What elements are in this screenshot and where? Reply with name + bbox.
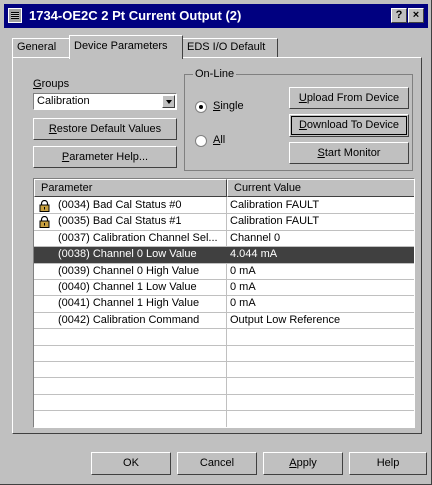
column-header-current-value[interactable]: Current Value — [227, 179, 414, 197]
table-row[interactable]: (0035) Bad Cal Status #1 Calibration FAUL… — [34, 214, 414, 230]
parameter-name: (0039) Channel 0 High Value — [58, 264, 200, 277]
parameter-name: (0041) Channel 1 High Value — [58, 297, 200, 310]
table-row[interactable]: (0039) Channel 0 High Value 0 mA — [34, 264, 414, 280]
table-row[interactable]: (0037) Calibration Channel Sel... Channel… — [34, 231, 414, 247]
parameter-name: (0038) Channel 0 Low Value — [58, 248, 197, 261]
groups-label: Groups — [33, 78, 70, 90]
tab-device-parameters[interactable]: Device Parameters — [69, 35, 183, 59]
restore-default-values-button[interactable]: Restore Default Values — [33, 118, 177, 140]
parameter-name: (0035) Bad Cal Status #1 — [58, 215, 182, 228]
row-gridline — [34, 361, 414, 362]
row-gridline — [34, 328, 414, 330]
table-row[interactable]: (0040) Channel 1 Low Value 0 mA — [34, 280, 414, 296]
row-gridline — [34, 279, 414, 280]
chevron-down-icon[interactable] — [162, 95, 175, 108]
parameter-value: Output Low Reference — [230, 313, 341, 326]
groups-dropdown[interactable]: Calibration — [33, 93, 177, 110]
help-button[interactable]: Help — [349, 452, 427, 475]
row-gridline — [34, 410, 414, 412]
parameter-value: Channel 0 — [230, 231, 281, 244]
start-monitor-button[interactable]: Start Monitor — [289, 142, 409, 164]
row-gridline — [34, 246, 414, 248]
dialog-window: 1734-OE2C 2 Pt Current Output (2) ? × Ge… — [0, 0, 432, 485]
window-icon[interactable] — [8, 8, 22, 23]
lock-icon — [39, 200, 50, 212]
tab-eds-io-default[interactable]: EDS I/O Default — [182, 38, 278, 57]
row-gridline — [34, 213, 414, 215]
cancel-button[interactable]: Cancel — [177, 452, 257, 475]
online-caption: On-Line — [193, 68, 237, 80]
table-row[interactable]: (0034) Bad Cal Status #0 Calibration FAUL… — [34, 198, 414, 214]
all-radio[interactable] — [195, 135, 207, 147]
row-gridline — [34, 393, 414, 395]
close-icon[interactable]: × — [408, 8, 424, 23]
parameter-value: 4.044 mA — [230, 248, 278, 261]
all-radio-label: All — [213, 134, 226, 146]
parameter-help-button[interactable]: Parameter Help... — [33, 146, 177, 168]
apply-button[interactable]: Apply — [263, 452, 343, 475]
parameter-value: 0 mA — [230, 297, 256, 310]
help-title-button[interactable]: ? — [391, 8, 407, 23]
lock-icon — [39, 216, 50, 229]
title-bar[interactable]: 1734-OE2C 2 Pt Current Output (2) ? × — [4, 4, 428, 28]
row-gridline — [34, 295, 414, 297]
parameter-value: Calibration FAULT — [230, 199, 320, 211]
single-radio[interactable] — [195, 101, 207, 113]
table-row[interactable]: (0041) Channel 1 High Value 0 mA — [34, 296, 414, 312]
download-to-device-button[interactable]: Download To Device — [289, 114, 409, 137]
parameter-list[interactable]: Parameter Current Value (0034) Bad Cal S… — [33, 178, 415, 428]
table-row[interactable]: (0038) Channel 0 Low Value 4.044 mA — [34, 247, 414, 264]
row-gridline — [34, 262, 414, 264]
parameter-value: 0 mA — [230, 281, 256, 293]
parameter-value: Calibration FAULT — [230, 215, 320, 228]
upload-from-device-button[interactable]: Upload From Device — [289, 87, 409, 109]
row-gridline — [34, 344, 414, 346]
table-row[interactable]: (0042) Calibration Command Output Low Ref… — [34, 313, 414, 329]
single-radio-label: Single — [213, 100, 244, 112]
row-gridline — [34, 311, 414, 313]
column-header-parameter[interactable]: Parameter — [34, 179, 227, 197]
parameter-value: 0 mA — [230, 264, 256, 277]
parameter-name: (0040) Channel 1 Low Value — [58, 281, 197, 293]
parameter-name: (0042) Calibration Command — [58, 313, 200, 326]
ok-button[interactable]: OK — [91, 452, 171, 475]
parameter-name: (0037) Calibration Channel Sel... — [58, 231, 218, 244]
parameter-name: (0034) Bad Cal Status #0 — [58, 199, 182, 211]
row-gridline — [34, 229, 414, 231]
row-gridline — [34, 426, 414, 427]
row-gridline — [34, 377, 414, 379]
tab-general[interactable]: General — [12, 38, 70, 57]
window-title: 1734-OE2C 2 Pt Current Output (2) — [29, 8, 242, 23]
